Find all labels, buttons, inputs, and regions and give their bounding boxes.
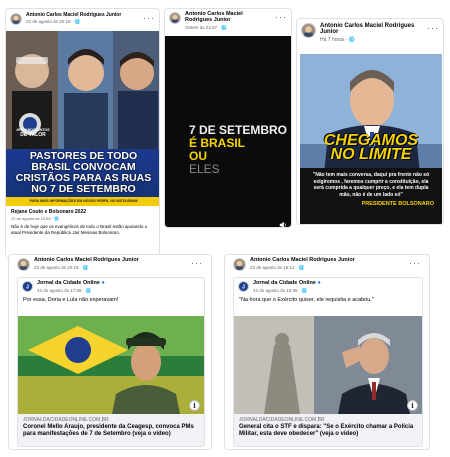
shared-post: Rejane Couto e Bolsonaro 2022 22 de agos… (6, 208, 159, 238)
page-name[interactable]: Jornal da Cidade Online ● (253, 280, 321, 287)
author-avatar[interactable] (301, 23, 316, 38)
more-dots-icon[interactable]: ··· (275, 12, 287, 22)
svg-text:J: J (26, 284, 29, 290)
info-icon[interactable]: i (407, 400, 418, 411)
post-time: 22 de agosto às 16:12 · 🌐 (250, 264, 305, 270)
link-domain: JORNALDACIDADEONLINE.COM.BR (23, 417, 109, 423)
image-headline: CHEGAMOS NO LIMITE (323, 132, 419, 163)
post-image[interactable]: CHEGAMOS NO LIMITE "Não tem mais convers… (300, 54, 442, 224)
post-time: 22 de agosto às 20:19 · 🌐 (34, 264, 89, 270)
post-time: 22 de agosto às 20:18 · 🌐 (26, 19, 81, 25)
link-title[interactable]: Coronel Mello Araujo, presidente da Ceag… (23, 424, 201, 438)
badge-text: #ESTAMOSJUNTOS DE VALOR (16, 128, 50, 138)
post-card-1: Antonio Carlos Maciel Rodrigues Junior 2… (5, 8, 160, 259)
globe-icon: 🌐 (221, 24, 227, 30)
post-image[interactable]: #ESTAMOSJUNTOS DE VALOR PASTORES DE TODO… (6, 31, 159, 206)
author-name[interactable]: Antonio Carlos Maciel Rodrigues Junior (34, 257, 139, 264)
more-dots-icon[interactable]: ··· (427, 23, 439, 33)
shared-header: J Jornal da Cidade Online ● 22 de agosto… (18, 278, 204, 297)
author-avatar[interactable] (169, 12, 181, 24)
officer-photo (18, 316, 204, 414)
post-card-3: Antonio Carlos Maciel Rodrigues Junior H… (296, 18, 444, 225)
post-card-4: Antonio Carlos Maciel Rodrigues Junior 2… (8, 254, 212, 450)
post-header: Antonio Carlos Maciel Rodrigues Junior 2… (225, 255, 429, 273)
globe-icon: 🌐 (54, 216, 60, 222)
link-image[interactable] (234, 316, 422, 414)
globe-icon: 🌐 (74, 19, 81, 25)
author-name[interactable]: Antonio Carlos Maciel Rodrigues Junior (185, 11, 271, 24)
shared-author[interactable]: Rejane Couto e Bolsonaro 2022 (11, 209, 156, 215)
author-avatar[interactable] (17, 258, 30, 271)
post-card-2: Antonio Carlos Maciel Rodrigues Junior O… (164, 8, 292, 228)
shared-time: 22 de agosto às 15:59 · 🌐 (11, 216, 60, 222)
video-player[interactable]: 7 DE SETEMBRO É BRASIL OU ELES (165, 36, 291, 227)
shared-text: "Na hora que o Exército quiser, ele requ… (239, 296, 374, 303)
author-avatar[interactable] (233, 258, 246, 271)
globe-icon: 🌐 (85, 287, 92, 293)
shared-header: J Jornal da Cidade Online ● 22 de agosto… (234, 278, 422, 297)
link-preview[interactable]: JORNALDACIDADEONLINE.COM.BR Coronel Mell… (18, 414, 204, 446)
verified-icon: ● (101, 280, 105, 286)
more-dots-icon[interactable]: ··· (409, 258, 421, 268)
author-name[interactable]: Antonio Carlos Maciel Rodrigues Junior (320, 23, 423, 36)
shared-time: 22 de agosto às 15:36 · 🌐 (253, 287, 308, 293)
shared-text: Por essa, Doria e Lula não esperavam! (23, 296, 119, 303)
post-time: Há 7 horas · 🌐 (320, 36, 356, 43)
page-name[interactable]: Jornal da Cidade Online ● (37, 280, 105, 287)
post-time: Ontem às 23:37 · 🌐 (185, 24, 227, 30)
more-dots-icon[interactable]: ··· (143, 13, 155, 23)
more-dots-icon[interactable]: ··· (191, 258, 203, 268)
post-card-5: Antonio Carlos Maciel Rodrigues Junior 2… (224, 254, 430, 450)
page-avatar[interactable]: J (238, 281, 249, 292)
post-header: Antonio Carlos Maciel Rodrigues Junior 2… (9, 255, 211, 273)
link-image[interactable] (18, 316, 204, 414)
shared-post: J Jornal da Cidade Online ● 22 de agosto… (233, 277, 423, 447)
shared-post: J Jornal da Cidade Online ● 22 de agosto… (17, 277, 205, 447)
image-headline: PASTORES DE TODO BRASIL CONVOCAM CRISTÃO… (6, 149, 159, 197)
globe-icon: 🌐 (298, 264, 305, 270)
author-avatar[interactable] (10, 13, 22, 25)
image-footer: PARA MAIS INFORMAÇÕES EM NOSSO PERFIL NO… (6, 197, 159, 206)
post-header: Antonio Carlos Maciel Rodrigues Junior O… (165, 9, 291, 33)
page-avatar[interactable]: J (22, 281, 33, 292)
image-quote: "Não tem mais conversa, daqui pra frente… (300, 168, 442, 224)
post-header: Antonio Carlos Maciel Rodrigues Junior 2… (6, 9, 159, 27)
info-icon[interactable]: i (189, 400, 200, 411)
video-text: 7 DE SETEMBRO É BRASIL OU ELES (189, 123, 288, 176)
link-title[interactable]: General cita o STF e dispara: "Se o Exér… (239, 424, 419, 438)
shared-time: 22 de agosto às 17:58 · 🌐 (37, 287, 92, 293)
svg-text:J: J (242, 284, 245, 290)
globe-icon: 🌐 (348, 36, 356, 43)
globe-icon: 🌐 (82, 264, 89, 270)
volume-icon[interactable] (279, 216, 287, 227)
verified-icon: ● (317, 280, 321, 286)
author-name[interactable]: Antonio Carlos Maciel Rodrigues Junior (250, 257, 355, 264)
globe-icon: 🌐 (301, 287, 308, 293)
link-preview[interactable]: JORNALDACIDADEONLINE.COM.BR General cita… (234, 414, 422, 446)
general-photo (234, 316, 422, 414)
link-domain: JORNALDACIDADEONLINE.COM.BR (239, 417, 325, 423)
post-header: Antonio Carlos Maciel Rodrigues Junior H… (297, 19, 443, 45)
shared-text: Não é de hoje que os evangélicos de todo… (11, 224, 148, 235)
author-name[interactable]: Antonio Carlos Maciel Rodrigues Junior (26, 12, 121, 18)
